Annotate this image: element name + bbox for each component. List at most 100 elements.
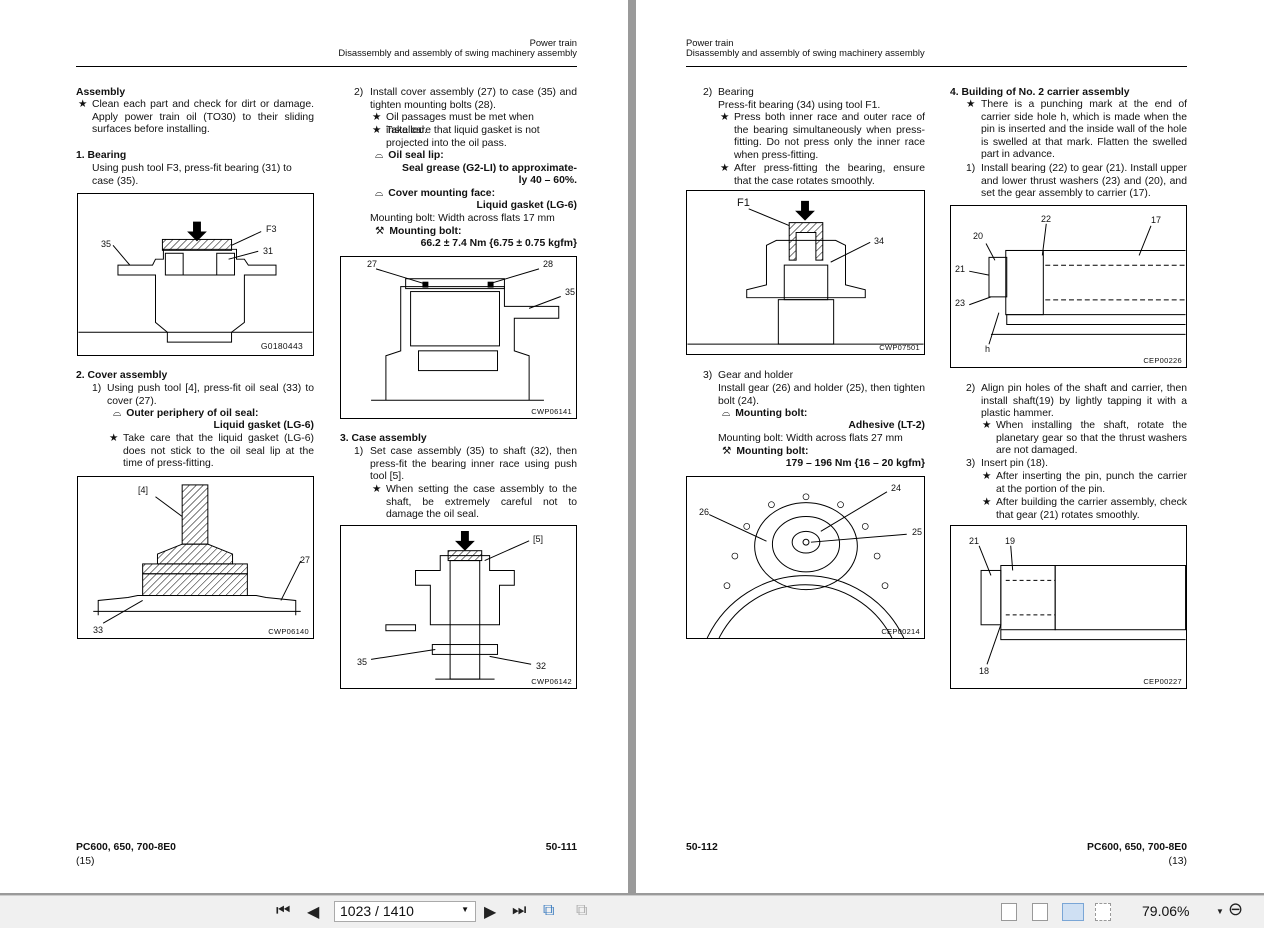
carrier-pin-drawing — [978, 545, 1186, 665]
chevron-down-icon[interactable]: ▼ — [461, 905, 469, 914]
note-text: There is a punching mark at the end of c… — [981, 99, 1187, 161]
single-page-view-icon[interactable] — [1001, 903, 1017, 921]
step-title: Bearing — [718, 87, 754, 98]
gear-holder-drawing — [706, 491, 907, 638]
page-number-value: 1023 / 1410 — [340, 903, 414, 919]
header-rule — [76, 66, 577, 67]
spec-label-text: Oil seal lip: — [388, 150, 444, 161]
bearing-drawing — [78, 221, 313, 343]
step-text: Set case assembly (35) to shaft (32), th… — [370, 446, 577, 483]
star-icon: ★ — [720, 163, 730, 174]
figure-code: G0180443 — [260, 341, 303, 351]
callout-label: 17 — [1151, 215, 1162, 225]
torque-label-text: Mounting bolt: — [736, 446, 809, 457]
note-text: When setting the case assembly to the sh… — [386, 484, 577, 521]
go-back-view-icon[interactable]: ⧉ — [543, 902, 554, 920]
callout-label: 19 — [1005, 536, 1016, 546]
oil-seal-drawing — [93, 484, 302, 624]
callout-label: 35 — [101, 239, 112, 249]
callout-label: F3 — [266, 224, 277, 234]
step-text: Press-fit bearing (34) using tool F1. — [718, 100, 881, 111]
torque-label-text: Mounting bolt: — [389, 226, 462, 237]
spec-label-text: Cover mounting face: — [388, 188, 496, 199]
page-number: 50-111 — [545, 842, 577, 853]
continuous-view-icon[interactable] — [1032, 903, 1048, 921]
callout-label: 18 — [979, 666, 990, 676]
callout-label: [4] — [138, 485, 149, 495]
callout-label: 31 — [263, 246, 274, 256]
figure-cover-assembly: 27 28 35 CWP06141 — [340, 256, 577, 419]
figure-bearing: F3 35 31 G0180443 — [77, 193, 314, 356]
section-title: 3. Case assembly — [340, 433, 427, 444]
section-title: 1. Bearing — [76, 150, 127, 161]
callout-label: 25 — [912, 527, 923, 537]
callout-label: 32 — [536, 661, 547, 671]
note-text: After inserting the pin, punch the carri… — [996, 471, 1187, 495]
star-icon: ★ — [372, 112, 382, 123]
callout-label: 21 — [955, 264, 966, 274]
page-number: 50-112 — [686, 842, 718, 853]
callout-label: 28 — [543, 259, 554, 269]
footer-revision: (13) — [1168, 856, 1187, 867]
previous-page-icon[interactable]: ◀ — [307, 902, 319, 922]
header-line: Disassembly and assembly of swing machin… — [686, 46, 925, 58]
note-text: Take care that liquid gasket is not proj… — [386, 125, 540, 149]
note-text: Clean each part and check for dirt or da… — [92, 99, 314, 136]
spec-value: Seal grease (G2-LI) to approximate- — [402, 163, 577, 174]
spec-label: ⌓ Cover mounting face: — [375, 188, 495, 201]
apply-sealant-icon: ⌓ — [375, 188, 384, 199]
callout-label: 26 — [699, 507, 710, 517]
star-icon: ★ — [372, 484, 382, 495]
star-icon: ★ — [78, 99, 88, 110]
callout-label: 20 — [973, 231, 984, 241]
step-number: 3) — [966, 458, 976, 469]
callout-label: h — [985, 344, 991, 354]
continuous-facing-view-icon[interactable] — [1095, 903, 1111, 921]
figure-carrier-pin: 21 19 18 CEP00227 — [950, 525, 1187, 689]
spec-value: Liquid gasket (LG-6) — [213, 420, 314, 431]
callout-label: 33 — [93, 625, 104, 635]
spec-value: ly 40 – 60%. — [518, 175, 577, 186]
callout-label: 24 — [891, 483, 902, 493]
page-number-input[interactable]: 1023 / 1410 ▼ — [334, 901, 476, 922]
last-page-icon[interactable]: ⏭ — [512, 902, 526, 920]
figure-carrier-gear: 22 17 20 21 23 h CEP00226 — [950, 205, 1187, 368]
callout-label: [5] — [533, 534, 544, 544]
footer-revision: (15) — [76, 856, 95, 867]
figure-code: CEP00226 — [1143, 356, 1182, 365]
zoom-level[interactable]: 79.06% — [1142, 903, 1189, 919]
zoom-out-icon[interactable]: ⊖ — [1228, 899, 1243, 920]
carrier-gear-drawing — [969, 223, 1186, 345]
page-header: Power train Disassembly and assembly of … — [300, 38, 577, 57]
note-text: After building the carrier assembly, che… — [996, 497, 1187, 521]
apply-sealant-icon: ⌓ — [113, 408, 122, 419]
figure-bearing-press: F1 34 CWP07501 — [686, 190, 925, 355]
header-line: Disassembly and assembly of swing machin… — [338, 46, 577, 58]
apply-sealant-icon: ⌓ — [375, 150, 384, 161]
header-rule — [686, 66, 1187, 67]
spec-label-text: Mounting bolt: — [735, 408, 808, 419]
note-text: When installing the shaft, rotate the pl… — [996, 420, 1187, 457]
callout-label: 27 — [300, 555, 311, 565]
step-text: Install cover assembly (27) to case (35)… — [370, 87, 577, 111]
step-text: Insert pin (18). — [981, 458, 1048, 469]
step-text: Using push tool [4], press-fit oil seal … — [107, 383, 314, 407]
figure-code: CEP00227 — [1143, 677, 1182, 686]
section-title: 2. Cover assembly — [76, 370, 168, 381]
figure-code: CWP07501 — [879, 343, 920, 352]
figure-oil-seal: [4] 27 33 CWP06140 — [77, 476, 314, 639]
facing-view-icon[interactable] — [1062, 903, 1084, 921]
step-number: 1) — [966, 163, 976, 174]
spec-label-text: Outer periphery of oil seal: — [126, 408, 259, 419]
star-icon: ★ — [982, 420, 992, 431]
torque-label: ⚒ Mounting bolt: — [375, 226, 461, 239]
step-text: Using push tool F3, press-fit bearing (3… — [92, 163, 292, 187]
go-forward-view-icon[interactable]: ⧉ — [576, 902, 587, 920]
left-page: Power train Disassembly and assembly of … — [0, 0, 628, 893]
next-page-icon[interactable]: ▶ — [484, 902, 496, 922]
zoom-dropdown-icon[interactable]: ▼ — [1216, 907, 1224, 916]
spec-label: ⌓ Mounting bolt: — [722, 408, 807, 421]
step-text: Align pin holes of the shaft and carrier… — [981, 383, 1187, 420]
first-page-icon[interactable]: ⏮ — [276, 902, 290, 920]
step-number: 1) — [354, 446, 364, 457]
